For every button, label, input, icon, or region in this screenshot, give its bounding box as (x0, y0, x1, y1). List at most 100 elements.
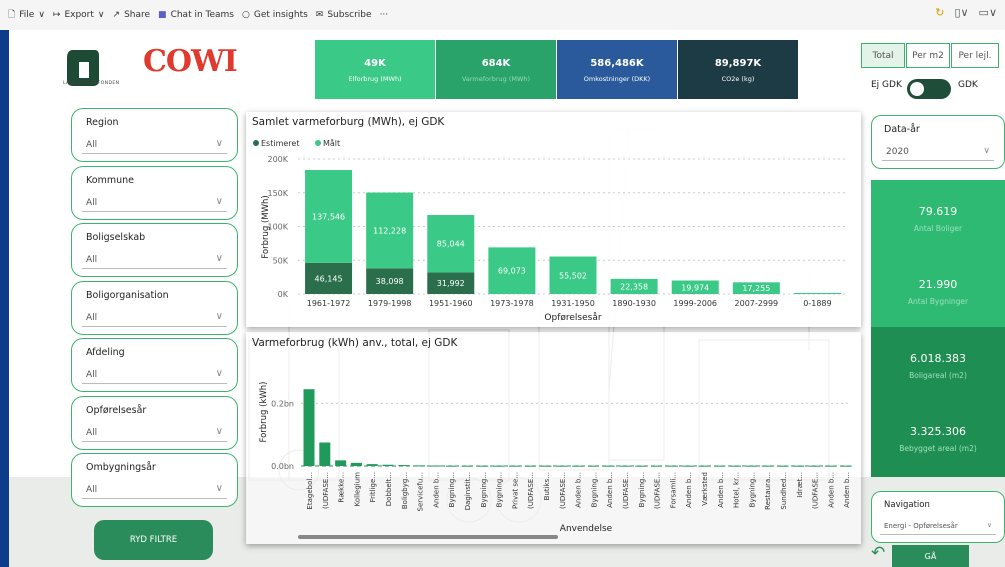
bar (303, 389, 315, 466)
y-axis-label: Forbrug (kWh) (259, 381, 269, 442)
filter-dropdown[interactable]: All ∨ (82, 481, 227, 499)
stat-label: Antal Bygninger (907, 297, 969, 306)
chevron-down-icon: ∨ (215, 310, 223, 322)
x-tick-label: Fritlige... (369, 472, 377, 502)
chart-opfoerelsesaar: Samlet varmeforburg (MWh), ej GDK Estimer… (252, 116, 848, 323)
bar (777, 465, 789, 467)
navigation-slicer[interactable]: Navigation Energi - Opførelsesår ∨ (871, 491, 1005, 543)
x-tick-label: Privat se... (511, 472, 519, 509)
filter-dropdown[interactable]: All ∨ (82, 136, 227, 154)
x-tick-label: Butiks... (543, 472, 551, 500)
kpi-label: Varmeforbrug (MWh) (461, 75, 531, 83)
gdk-switch[interactable] (907, 79, 951, 99)
clear-filters-button[interactable]: RYD FILTRE (94, 520, 213, 560)
y-tick-label: 0.2bn (271, 399, 294, 408)
bar (745, 465, 757, 467)
bar (793, 465, 805, 467)
filter-slicer-kommune[interactable]: Kommune All ∨ (71, 165, 238, 220)
filter-slicer-region[interactable]: Region All ∨ (71, 108, 238, 162)
chevron-down-icon: ∨ (986, 521, 992, 529)
filter-dropdown[interactable]: All ∨ (82, 424, 227, 442)
toggle-per-m2[interactable]: Per m2 (906, 43, 950, 68)
share-icon: ↗ (112, 10, 121, 20)
kpi-value: 586,486K (590, 58, 644, 69)
back-arrow-icon[interactable]: ↶ (871, 543, 885, 563)
go-button[interactable]: GÅ (892, 545, 969, 567)
kpi-value: 89,897K (714, 58, 762, 69)
share-button[interactable]: ↗ Share (113, 10, 151, 20)
bar (698, 465, 710, 467)
file-menu[interactable]: 🗋 File ∨ (8, 7, 45, 23)
filter-title: Region (86, 117, 119, 128)
bar (429, 465, 441, 467)
filter-dropdown[interactable]: All ∨ (82, 194, 227, 212)
bar (350, 462, 362, 466)
x-tick-label: 2007-2999 (735, 299, 779, 308)
data-year-dropdown[interactable]: 2020 ∨ (882, 143, 994, 161)
bar (508, 465, 520, 467)
filter-slicer-afdeling[interactable]: Afdeling All ∨ (71, 338, 238, 392)
toggle-per-lejl[interactable]: Per lejl. (951, 43, 999, 68)
chevron-down-icon: ∨ (215, 138, 223, 149)
chart-anvendelse: Varmeforbrug (kWh) anv., total, ej GDK 0.… (252, 337, 852, 539)
chevron-down-icon: ∨ (215, 195, 223, 207)
x-tick-label: Boligbyg... (401, 472, 409, 509)
x-tick-label: Bygning... (480, 472, 488, 507)
logo-text: LANDSBYGGEFONDEN (63, 81, 120, 86)
filter-slicer-opførelsesår[interactable]: Opførelsesår All ∨ (71, 395, 238, 450)
bar (366, 464, 378, 466)
kpi-tile: 684K Varmeforbrug (MWh) (436, 40, 556, 99)
filter-dropdown[interactable]: All ∨ (82, 366, 227, 384)
reset-icon[interactable]: ↻ (935, 6, 944, 19)
data-label-estimeret: 46,145 (315, 274, 343, 283)
stat-label: Boligareal (m2) (909, 371, 967, 380)
mail-icon: ✉ (315, 10, 324, 20)
filter-dropdown[interactable]: All ∨ (82, 309, 227, 327)
x-tick-label: Anden b... (843, 472, 851, 508)
bar (666, 465, 678, 467)
subscribe-button[interactable]: ✉ Subscribe (316, 10, 372, 20)
data-label-maalt: 55,502 (559, 271, 587, 280)
x-axis-label: Opførelsesår (544, 312, 601, 323)
toggle-total[interactable]: Total (861, 43, 905, 68)
bar (587, 465, 599, 467)
bar (619, 465, 631, 467)
filter-slicer-boligorganisation[interactable]: Boligorganisation All ∨ (71, 280, 238, 335)
kpi-value: 684K (481, 58, 511, 69)
data-year-slicer[interactable]: Data-år 2020 ∨ (871, 115, 1005, 169)
bar (524, 465, 536, 467)
filter-slicer-boligselskab[interactable]: Boligselskab All ∨ (71, 223, 238, 277)
chat-in-teams-button[interactable]: ■ Chat in Teams (158, 10, 234, 20)
y-axis-label: Forbrug (MWh) (261, 195, 271, 258)
bar (761, 465, 773, 467)
data-label-maalt: 112,228 (373, 226, 406, 235)
more-options-button[interactable]: ··· (380, 10, 389, 20)
kpi-label: Elforbrug (MWh) (348, 75, 402, 83)
stat-tile: 3.325.306 Bebygget areal (m2) (871, 400, 1005, 477)
filter-title: Boligorganisation (86, 289, 169, 301)
export-menu[interactable]: ↦ Export ∨ (53, 10, 105, 20)
navigation-dropdown[interactable]: Energi - Opførelsesår ∨ (880, 517, 996, 535)
filter-dropdown[interactable]: All ∨ (82, 251, 227, 269)
bar (414, 465, 426, 467)
bar (840, 465, 852, 467)
filter-title: Kommune (86, 174, 134, 186)
legend-marker-estimeret (253, 140, 259, 146)
bar (572, 465, 584, 467)
bar-maalt (793, 292, 841, 294)
x-tick-label: 1961-1972 (307, 299, 351, 308)
filter-slicer-ombygningsår[interactable]: Ombygningsår All ∨ (71, 453, 238, 507)
get-insights-button[interactable]: ○ Get insights (242, 10, 308, 20)
kpi-value: 49K (364, 58, 386, 69)
y-tick-label: 50K (273, 256, 289, 265)
view-icon[interactable]: ▭∨ (979, 6, 997, 19)
x-tick-label: (UDFASE... (654, 472, 662, 509)
chevron-down-icon: ∨ (38, 10, 45, 20)
bookmark-icon[interactable]: ▯∨ (954, 6, 968, 19)
x-tick-label: Bygning... (590, 472, 598, 507)
x-tick-label: Anden b... (685, 472, 693, 508)
bar (477, 465, 489, 467)
x-tick-label: Forsamli... (669, 472, 677, 508)
bar (635, 465, 647, 467)
bar (730, 465, 742, 467)
